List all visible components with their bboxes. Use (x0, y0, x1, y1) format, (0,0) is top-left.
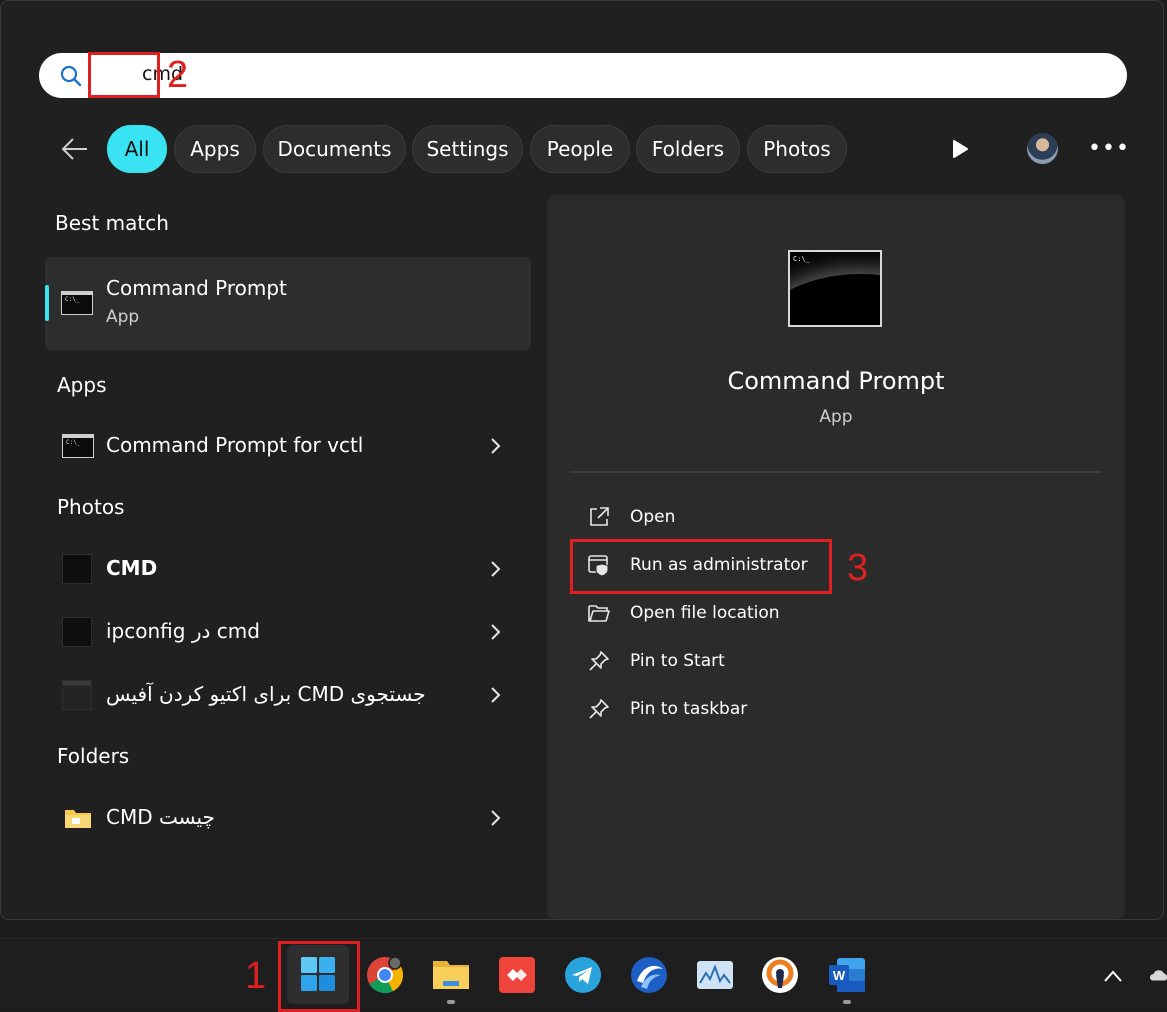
best-match-subtitle: App (106, 307, 140, 327)
file-explorer-icon[interactable] (431, 955, 471, 995)
action-open-file-location[interactable]: Open file location (587, 597, 780, 629)
filter-folders[interactable]: Folders (636, 125, 740, 173)
best-match-item[interactable]: Command Prompt App (45, 257, 531, 350)
chrome-icon[interactable] (365, 955, 405, 995)
more-filters-play-icon[interactable] (951, 139, 969, 159)
chevron-right-icon[interactable] (489, 623, 503, 641)
start-search-panel: cmd 2 All Apps Documents Settings People… (0, 0, 1164, 920)
annotation-number-2: 2 (167, 54, 189, 96)
section-folders: Folders (57, 744, 130, 768)
section-photos: Photos (57, 495, 125, 519)
start-icon (301, 957, 335, 991)
pin-icon (589, 651, 609, 671)
pin-icon (589, 699, 609, 719)
command-prompt-icon (62, 434, 94, 458)
annotation-number-3: 3 (847, 547, 869, 589)
photo-item-title: ipconfig در cmd (106, 619, 260, 643)
filter-all[interactable]: All (107, 125, 167, 173)
photo-thumbnail (62, 617, 92, 647)
search-box[interactable]: cmd (39, 53, 1127, 98)
section-apps: Apps (57, 373, 107, 397)
folder-icon (65, 810, 91, 828)
svg-text:W: W (833, 968, 846, 983)
section-best-match: Best match (55, 211, 169, 235)
folder-item-title: CMD چیست (106, 805, 215, 829)
search-icon (60, 65, 82, 87)
more-options-icon[interactable]: ••• (1088, 136, 1130, 161)
folder-open-icon (588, 605, 610, 622)
chevron-right-icon[interactable] (489, 809, 503, 827)
chevron-up-icon[interactable] (1103, 969, 1123, 983)
user-avatar[interactable] (1027, 133, 1058, 164)
browser-icon[interactable] (629, 955, 669, 995)
anydesk-icon[interactable] (497, 955, 537, 995)
running-indicator (447, 1000, 455, 1004)
annotation-box-search (88, 52, 160, 98)
photo-item-title: CMD (106, 556, 158, 580)
best-match-title: Command Prompt (106, 276, 287, 300)
filter-settings[interactable]: Settings (412, 125, 523, 173)
openvpn-icon[interactable] (760, 955, 800, 995)
open-external-icon (590, 507, 609, 526)
onedrive-icon[interactable] (1148, 967, 1167, 983)
annotation-box-run-as-admin (570, 539, 832, 594)
command-prompt-icon (61, 291, 93, 315)
photo-thumbnail (62, 680, 92, 710)
filter-apps[interactable]: Apps (174, 125, 256, 173)
telegram-icon[interactable] (563, 955, 603, 995)
photo-item-title: برای اکتیو کردن آفیس CMD جستجوی (106, 682, 426, 706)
running-indicator (843, 1000, 851, 1004)
app-item-title: Command Prompt for vctl (106, 433, 364, 457)
word-icon[interactable]: W (827, 955, 867, 995)
selection-accent (45, 285, 49, 321)
chevron-right-icon[interactable] (489, 560, 503, 578)
annotation-number-1: 1 (245, 955, 267, 997)
filter-photos[interactable]: Photos (747, 125, 847, 173)
chevron-right-icon[interactable] (489, 686, 503, 704)
chevron-right-icon[interactable] (489, 437, 503, 455)
action-pin-to-taskbar[interactable]: Pin to taskbar (587, 693, 747, 725)
action-open[interactable]: Open (587, 501, 675, 533)
command-prompt-large-icon: C:\_ (788, 250, 882, 327)
divider (570, 471, 1101, 473)
start-button[interactable] (287, 945, 349, 1004)
preview-title: Command Prompt (727, 367, 945, 395)
back-arrow-icon[interactable] (59, 135, 91, 163)
action-pin-to-start[interactable]: Pin to Start (587, 645, 725, 677)
monitor-app-icon[interactable] (695, 955, 735, 995)
photo-thumbnail (62, 554, 92, 584)
filter-people[interactable]: People (530, 125, 630, 173)
filter-documents[interactable]: Documents (263, 125, 406, 173)
preview-subtitle: App (819, 407, 853, 427)
taskbar: 1 W (0, 938, 1167, 1012)
